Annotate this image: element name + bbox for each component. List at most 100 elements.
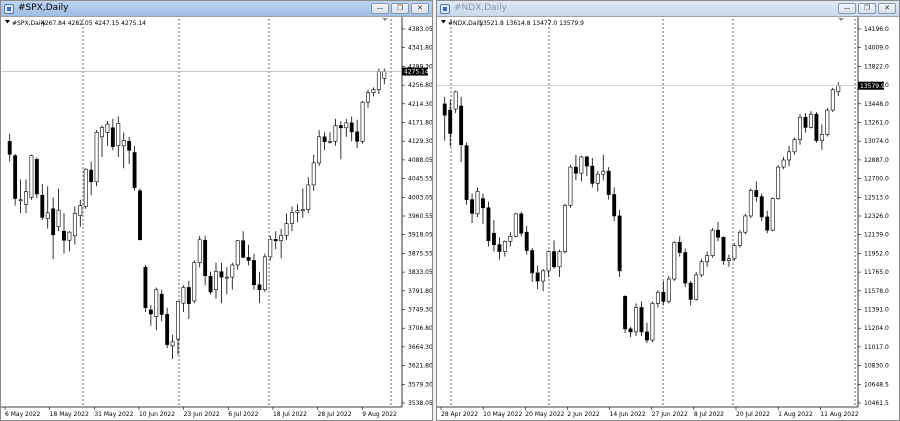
- candle-body-down: [355, 131, 360, 142]
- candle-body-up: [192, 262, 197, 302]
- date-tick-label: 20 Jul 2022: [736, 411, 770, 418]
- candle-body-up: [295, 210, 300, 213]
- price-tick-label: 4129.30: [408, 138, 432, 145]
- candle: [475, 187, 480, 217]
- spx-chart-window[interactable]: #SPX,Daily — ❐ ✕ 4383.05 4341.80 4299.30 42…: [0, 0, 433, 421]
- price-tick-label: 3664.30: [408, 344, 432, 351]
- candle-body-up: [748, 190, 753, 217]
- candle-body-up: [382, 71, 387, 79]
- candle-body-up: [825, 109, 830, 135]
- candle-body-up: [546, 251, 551, 272]
- date-tick-label: 2 Jun 2022: [567, 411, 599, 418]
- ndx-chart-window[interactable]: #NDX,Daily — ❐ ✕ 14196.0 14009.0 13822.0 13…: [436, 0, 900, 421]
- candle-body-down: [165, 314, 170, 345]
- candle-body-up: [78, 205, 83, 216]
- close-button[interactable]: ✕: [878, 3, 896, 14]
- candle: [486, 201, 491, 247]
- price-tick-label: 13822.0: [864, 63, 889, 70]
- restore-button[interactable]: ❐: [858, 3, 876, 14]
- close-button[interactable]: ✕: [411, 3, 429, 14]
- candle-body-down: [677, 242, 682, 253]
- restore-button[interactable]: ❐: [391, 3, 409, 14]
- candle-body-down: [688, 282, 693, 300]
- candle: [568, 165, 573, 208]
- price-tick-label: 3918.05: [408, 232, 432, 239]
- price-tick-label: 14009.0: [864, 45, 889, 52]
- candle-body-up: [45, 212, 50, 219]
- candle-body-up: [694, 274, 699, 300]
- price-tick-label: 4383.05: [408, 26, 432, 33]
- candle: [606, 167, 611, 200]
- candle-body-down: [519, 213, 524, 234]
- date-tick-label: 10 Jun 2022: [139, 411, 175, 418]
- price-tick-label: 3749.30: [408, 307, 432, 314]
- minimize-button[interactable]: —: [371, 3, 389, 14]
- candle-body-up: [317, 136, 322, 164]
- candle: [34, 157, 39, 198]
- candle-body-up: [170, 341, 175, 347]
- ndx-chart-area[interactable]: 14196.014009.013822.013635.013448.013261…: [437, 17, 899, 420]
- spx-candlestick-chart[interactable]: 4383.054341.804299.304256.804214.304171.…: [1, 17, 432, 420]
- candle-body-down: [219, 271, 224, 278]
- candle-body-down: [573, 166, 578, 174]
- price-tick-label: 12700.0: [864, 176, 889, 183]
- date-tick-label: 20 May 2022: [525, 411, 564, 418]
- chart-window-icon: [4, 4, 14, 14]
- date-tick-label: 6 May 2022: [5, 411, 40, 418]
- candle-body-up: [808, 113, 813, 128]
- price-tick-label: 4088.05: [408, 157, 432, 164]
- candle: [748, 188, 753, 218]
- candle-body-up: [579, 156, 584, 174]
- candle-body-down: [716, 229, 720, 238]
- price-tick-label: 4171.80: [408, 120, 432, 127]
- current-price-label: 13579.9: [860, 83, 885, 90]
- candle-body-up: [83, 168, 88, 207]
- candle-body-up: [300, 209, 305, 211]
- candle-body-up: [798, 116, 802, 140]
- candle-body-up: [100, 127, 104, 138]
- candle: [13, 153, 18, 206]
- candle-body-up: [268, 239, 273, 258]
- price-tick-label: 3791.80: [408, 288, 432, 295]
- candle-body-down: [623, 296, 628, 330]
- candle-body-up: [121, 140, 126, 147]
- candle-body-up: [563, 204, 567, 252]
- candle-body-up: [333, 125, 338, 142]
- date-tick-label: 1 Aug 2022: [778, 411, 813, 418]
- spx-titlebar[interactable]: #SPX,Daily — ❐ ✕: [1, 1, 432, 17]
- candle-body-up: [24, 191, 28, 205]
- price-tick-label: 10830.0: [864, 363, 889, 370]
- candle-body-down: [13, 155, 18, 199]
- candle-body-down: [814, 113, 819, 141]
- ndx-titlebar[interactable]: #NDX,Daily — ❐ ✕: [437, 1, 899, 17]
- candle-body-down: [530, 250, 535, 274]
- candle-body-up: [116, 123, 121, 147]
- candle: [634, 303, 638, 336]
- candle-body-up: [508, 235, 513, 242]
- candle: [721, 236, 726, 265]
- candle-body-up: [568, 166, 573, 206]
- candle-body-up: [792, 139, 797, 153]
- candle-body-up: [650, 303, 655, 341]
- candle-body-up: [224, 276, 229, 279]
- candle-body-down: [470, 199, 475, 214]
- date-tick-label: 8 Jul 2022: [694, 411, 724, 418]
- candle-body-down: [552, 251, 556, 268]
- candle-body-up: [787, 151, 792, 161]
- price-tick-label: 3875.55: [408, 250, 432, 257]
- ndx-candlestick-chart[interactable]: 14196.014009.013822.013635.013448.013261…: [437, 17, 899, 420]
- candle-body-up: [360, 101, 365, 142]
- candle-body-down: [143, 266, 148, 308]
- price-tick-label: 10461.5: [864, 400, 889, 407]
- candle-body-down: [338, 125, 343, 129]
- candle-body-up: [737, 231, 742, 246]
- candle: [666, 275, 671, 304]
- date-tick-label: 6 Jul 2022: [228, 411, 258, 418]
- candle-body-down: [497, 244, 502, 252]
- candle-body-up: [557, 251, 562, 268]
- candle-body-up: [732, 245, 737, 259]
- price-tick-label: 4256.80: [408, 82, 432, 89]
- candle-body-up: [376, 71, 381, 90]
- spx-chart-area[interactable]: 4383.05 4341.80 4299.30 4256.80 4214.30 4171.…: [1, 17, 432, 420]
- minimize-button[interactable]: —: [838, 3, 856, 14]
